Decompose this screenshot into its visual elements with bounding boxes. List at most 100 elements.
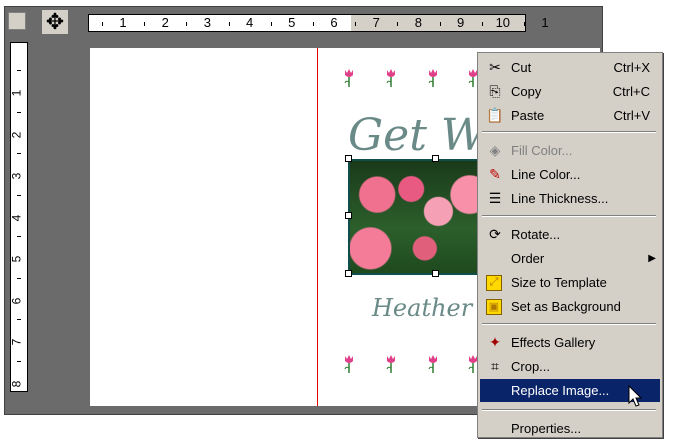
ruler-tick	[355, 22, 357, 26]
resize-handle-bottom-left[interactable]	[345, 270, 352, 277]
signature-text: Heather	[372, 294, 473, 322]
ruler-label: 1	[119, 15, 127, 30]
menu-item-label: Fill Color...	[511, 143, 573, 158]
effects-gallery-icon: ✦	[489, 334, 501, 350]
ruler-tick	[144, 22, 146, 26]
menu-item-label: Rotate...	[511, 227, 561, 242]
ruler-label: 3	[9, 172, 24, 180]
menu-item-label: Crop...	[511, 359, 551, 374]
ruler-tick	[17, 111, 21, 113]
ruler-tick	[17, 236, 21, 238]
menu-item-set-as-background[interactable]: ▣ Set as Background	[480, 295, 660, 318]
set-background-icon: ▣	[486, 298, 502, 315]
tulip-ornament-icon	[386, 355, 395, 373]
ruler-label: 7	[9, 338, 24, 346]
menu-item-shortcut: Ctrl+C	[612, 84, 650, 99]
ruler-label: 5	[288, 15, 296, 30]
vertical-ruler: 1 2 3 4 5 6 7 8	[9, 42, 28, 392]
ruler-tick	[523, 22, 525, 26]
menu-item-label: Properties...	[511, 421, 582, 436]
ruler-label: 9	[456, 15, 465, 30]
fill-color-icon: ◈	[489, 142, 501, 158]
menu-item-shortcut: Ctrl+V	[613, 108, 650, 123]
ruler-tick	[101, 22, 103, 26]
ruler-label: 1	[541, 15, 549, 30]
ruler-tick	[17, 194, 21, 196]
tulip-ornament-icon	[386, 69, 395, 87]
menu-item-shortcut: Ctrl+X	[613, 60, 650, 75]
tulip-ornament-icon	[344, 355, 353, 373]
ruler-label: 3	[203, 15, 212, 30]
menu-item-line-color[interactable]: ✎ Line Color...	[480, 163, 660, 186]
ruler-label: 8	[414, 15, 423, 30]
menu-separator	[482, 215, 656, 217]
mouse-pointer-icon	[628, 385, 643, 407]
ruler-tick	[17, 360, 21, 362]
scissors-icon: ✂	[489, 59, 501, 75]
ruler-tick	[312, 22, 314, 26]
ruler-label: 2	[161, 15, 169, 30]
tulip-ornament-icon	[428, 69, 437, 87]
menu-item-rotate[interactable]: ⟳ Rotate...	[480, 223, 660, 246]
size-to-template-icon: ⤢	[486, 274, 502, 291]
menu-item-order[interactable]: Order ▶	[480, 247, 660, 270]
ruler-tick	[228, 22, 230, 26]
tulip-ornament-icon	[344, 69, 353, 87]
ruler-label: 5	[9, 255, 24, 263]
menu-item-fill-color: ◈ Fill Color...	[480, 139, 660, 162]
menu-item-cut[interactable]: ✂ Cut Ctrl+X	[480, 56, 660, 79]
menu-item-copy[interactable]: ⎘ Copy Ctrl+C	[480, 80, 660, 103]
ruler-label: 4	[245, 15, 254, 30]
copy-icon: ⎘	[489, 83, 501, 99]
menu-item-size-to-template[interactable]: ⤢ Size to Template	[480, 271, 660, 294]
line-color-icon: ✎	[489, 166, 501, 182]
ruler-label: 8	[9, 380, 24, 387]
ruler-label: 6	[330, 15, 338, 30]
menu-item-label: Paste	[511, 108, 545, 123]
tulip-photo-image[interactable]	[348, 159, 488, 275]
line-thickness-icon: ☰	[488, 190, 502, 206]
ruler-label: 4	[9, 214, 24, 221]
menu-item-paste[interactable]: 📋 Paste Ctrl+V	[480, 104, 660, 127]
ruler-label: 10	[495, 15, 511, 30]
menu-separator	[482, 131, 656, 133]
ruler-label: 2	[9, 131, 24, 138]
menu-item-line-thickness[interactable]: ☰ Line Thickness...	[480, 187, 660, 210]
menu-separator	[482, 409, 656, 411]
crop-icon: ⌗	[491, 358, 499, 374]
menu-item-effects-gallery[interactable]: ✦ Effects Gallery	[480, 331, 660, 354]
menu-item-label: Cut	[511, 60, 532, 75]
ruler-tick	[17, 70, 21, 72]
ruler-tick	[186, 22, 188, 26]
ruler-corner-box[interactable]	[8, 12, 26, 30]
tulip-ornament-icon	[428, 355, 437, 373]
menu-item-label: Line Thickness...	[511, 191, 609, 206]
rotate-icon: ⟳	[489, 226, 501, 242]
menu-item-label: Line Color...	[511, 167, 581, 182]
menu-item-crop[interactable]: ⌗ Crop...	[480, 355, 660, 378]
resize-handle-middle-left[interactable]	[345, 212, 352, 219]
resize-handle-top-center[interactable]	[432, 155, 439, 162]
menu-item-label: Effects Gallery	[511, 335, 596, 350]
move-handle-icon[interactable]: ✥	[42, 9, 68, 34]
fold-line	[317, 48, 318, 406]
ruler-label: 1	[9, 89, 24, 97]
menu-item-label: Replace Image...	[511, 383, 610, 398]
ruler-tick	[481, 22, 483, 26]
ruler-tick	[17, 277, 21, 279]
menu-item-label: Copy	[511, 84, 542, 99]
ruler-tick	[439, 22, 441, 26]
context-menu: ✂ Cut Ctrl+X ⎘ Copy Ctrl+C 📋 Paste Ctrl+V ◈ Fill C…	[477, 52, 663, 438]
submenu-arrow-icon: ▶	[648, 253, 656, 264]
ruler-label: 7	[372, 15, 380, 30]
ruler-tick	[270, 22, 272, 26]
menu-separator	[482, 323, 656, 325]
resize-handle-bottom-center[interactable]	[432, 270, 439, 277]
resize-handle-top-left[interactable]	[345, 155, 352, 162]
ruler-tick	[17, 153, 21, 155]
menu-item-properties[interactable]: Properties...	[480, 417, 660, 440]
menu-item-label: Set as Background	[511, 299, 621, 314]
ruler-tick	[397, 22, 399, 26]
paste-icon: 📋	[486, 107, 504, 123]
horizontal-ruler: 1 2 3 4 5 6 7 8 9 10 1	[88, 14, 549, 32]
